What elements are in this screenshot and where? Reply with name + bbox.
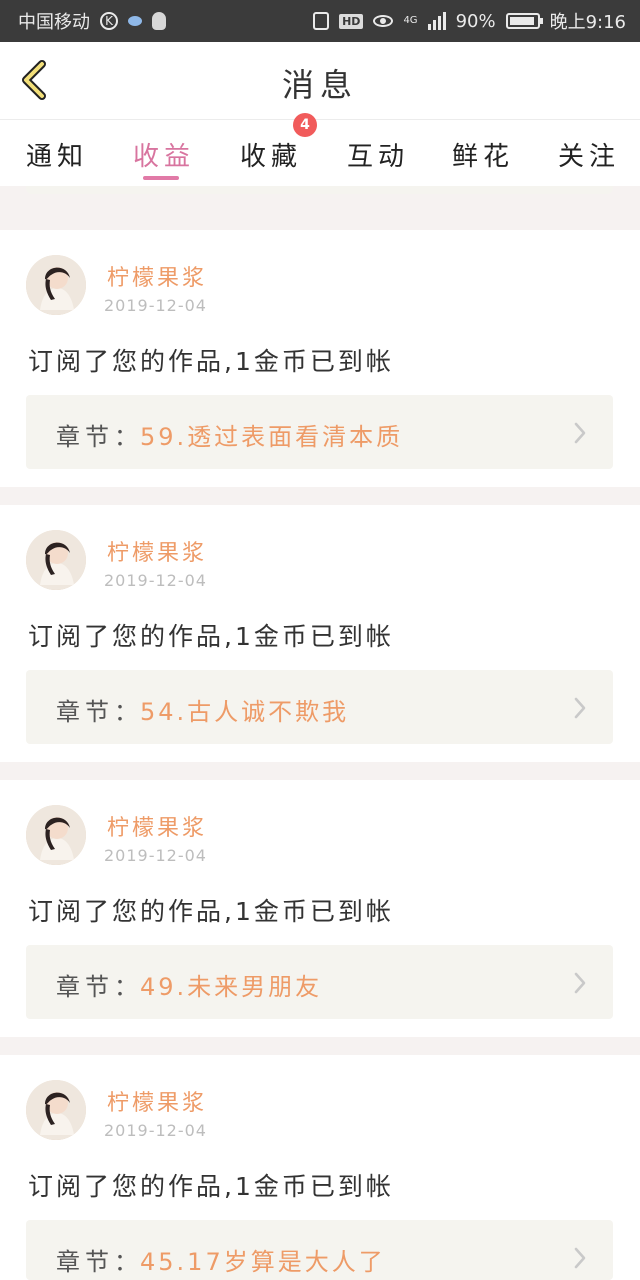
avatar xyxy=(26,530,86,590)
author-name: 柠檬果浆 xyxy=(107,541,208,566)
income-card-2[interactable]: 柠檬果浆 2019-12-04 订阅了您的作品,1金币已到帐 章节： 54.古人… xyxy=(0,505,640,762)
hd-icon: HD xyxy=(339,13,364,29)
income-card-3[interactable]: 柠檬果浆 2019-12-04 订阅了您的作品,1金币已到帐 章节： 49.未来… xyxy=(0,780,640,1037)
bird-icon xyxy=(128,16,142,26)
message-date: 2019-12-04 xyxy=(104,846,207,865)
chevron-right-icon xyxy=(574,1247,586,1269)
k-label: K xyxy=(105,14,113,28)
network-label: 4G xyxy=(403,15,418,26)
time-label: 晚上9:16 xyxy=(549,12,626,33)
chapter-title: 59.透过表面看清本质 xyxy=(140,423,404,451)
battery-percent: 90% xyxy=(455,10,496,32)
eye-icon xyxy=(373,15,394,27)
status-bar-right: HD 4G 90% 晚上9:16 xyxy=(313,8,626,34)
message-date: 2019-12-04 xyxy=(104,571,207,590)
avatar-image xyxy=(26,530,86,590)
chapter-link[interactable]: 章节： 45.17岁算是大人了 xyxy=(26,1220,613,1280)
income-card-4[interactable]: 柠檬果浆 2019-12-04 订阅了您的作品,1金币已到帐 章节： 45.17… xyxy=(0,1055,640,1280)
k-circle-icon: K xyxy=(100,12,118,30)
tab-favorite[interactable]: 收藏 xyxy=(240,136,302,173)
chapter-title: 49.未来男朋友 xyxy=(140,973,323,1001)
avatar-image xyxy=(26,1080,86,1140)
tab-follow[interactable]: 关注 xyxy=(558,136,620,173)
chapter-link[interactable]: 章节： 59.透过表面看清本质 xyxy=(26,395,613,469)
author-name: 柠檬果浆 xyxy=(107,1091,208,1116)
chapter-label: 章节： xyxy=(56,698,143,726)
message-date: 2019-12-04 xyxy=(104,296,207,315)
chapter-label: 章节： xyxy=(56,1248,143,1276)
tab-income[interactable]: 收益 xyxy=(133,136,195,173)
chevron-right-icon xyxy=(574,972,586,994)
vibrate-icon xyxy=(313,12,330,30)
avatar xyxy=(26,805,86,865)
message-tabs: 通知 收益 收藏 互动 鲜花 关注 xyxy=(0,120,640,186)
chapter-link[interactable]: 章节： 49.未来男朋友 xyxy=(26,945,613,1019)
battery-icon xyxy=(505,13,543,29)
carrier-label: 中国移动 xyxy=(18,12,90,33)
tab-flower[interactable]: 鲜花 xyxy=(452,136,514,173)
top-header: 消息 xyxy=(0,42,640,120)
chapter-label: 章节： xyxy=(56,423,143,451)
tab-interaction[interactable]: 互动 xyxy=(347,136,409,173)
chapter-label: 章节： xyxy=(56,973,143,1001)
chevron-right-icon xyxy=(574,422,586,444)
message-text: 订阅了您的作品,1金币已到帐 xyxy=(28,622,394,651)
avatar xyxy=(26,1080,86,1140)
chapter-title: 45.17岁算是大人了 xyxy=(140,1248,386,1276)
avatar xyxy=(26,255,86,315)
avatar-image xyxy=(26,255,86,315)
message-date: 2019-12-04 xyxy=(104,1121,207,1140)
author-name: 柠檬果浆 xyxy=(107,816,208,841)
status-bar-left: 中国移动 K xyxy=(18,8,166,34)
message-text: 订阅了您的作品,1金币已到帐 xyxy=(28,897,394,926)
income-card-1[interactable]: 柠檬果浆 2019-12-04 订阅了您的作品,1金币已到帐 章节： 59.透过… xyxy=(0,230,640,487)
message-text: 订阅了您的作品,1金币已到帐 xyxy=(28,1172,394,1201)
status-bar: 中国移动 K HD 4G 90% 晚上9:16 xyxy=(0,0,640,42)
chapter-link[interactable]: 章节： 54.古人诚不欺我 xyxy=(26,670,613,744)
signal-icon xyxy=(427,12,446,30)
avatar-image xyxy=(26,805,86,865)
chevron-right-icon xyxy=(574,697,586,719)
tab-notice[interactable]: 通知 xyxy=(26,136,88,173)
author-name: 柠檬果浆 xyxy=(107,266,208,291)
chapter-title: 54.古人诚不欺我 xyxy=(140,698,350,726)
active-tab-indicator xyxy=(143,176,179,180)
message-text: 订阅了您的作品,1金币已到帐 xyxy=(28,347,394,376)
page-title: 消息 xyxy=(281,66,358,104)
qq-icon xyxy=(152,12,166,30)
previous-card-peek xyxy=(26,186,613,194)
favorite-badge: 4 xyxy=(293,113,317,137)
